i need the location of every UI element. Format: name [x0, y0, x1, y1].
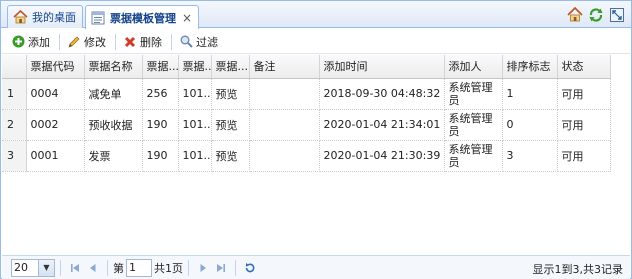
- cell-code: 0002: [26, 109, 85, 141]
- pager-separator: [60, 259, 61, 276]
- search-icon: [179, 35, 193, 49]
- column-header[interactable]: 票据...: [142, 55, 179, 79]
- column-header[interactable]: 备注: [249, 55, 320, 79]
- pager-separator: [107, 259, 108, 276]
- cell-c4: 101...: [178, 78, 212, 110]
- column-header[interactable]: 票据代码: [26, 55, 85, 79]
- prev-page-icon[interactable]: [84, 259, 102, 277]
- cell-sort: 3: [502, 140, 558, 172]
- cell-c3: 190: [142, 109, 179, 141]
- cell-user: 系统管理员: [444, 140, 503, 172]
- table-row[interactable]: 3 0001 发票 190 101... 预览 2020-01-04 21:30…: [2, 140, 611, 172]
- column-header[interactable]: 状态: [557, 55, 611, 79]
- tab-label: 票据模板管理: [110, 11, 176, 25]
- cell-sort: 1: [502, 78, 558, 110]
- cell-user: 系统管理员: [444, 78, 503, 110]
- window-frame: 我的桌面 票据模板管理 × 添加 修改 删除 过滤 票据代码 票据名称 票据..…: [0, 0, 632, 279]
- pagination-bar: 20 ▼ 第 1 共1页 显示1到3,共3记录: [2, 255, 630, 279]
- close-icon[interactable]: ×: [182, 11, 192, 25]
- delete-button[interactable]: 删除: [120, 32, 165, 52]
- page-number-input[interactable]: 1: [126, 258, 152, 277]
- cell-c4: 101...: [178, 140, 212, 172]
- next-page-icon[interactable]: [194, 259, 212, 277]
- tab-my-desktop[interactable]: 我的桌面: [7, 5, 83, 28]
- action-toolbar: 添加 修改 删除 过滤: [2, 30, 630, 54]
- add-label: 添加: [28, 35, 50, 49]
- chevron-down-icon: ▼: [38, 259, 54, 276]
- column-header[interactable]: 票据...: [178, 55, 212, 79]
- cell-name: 发票: [84, 140, 143, 172]
- delete-icon: [123, 35, 137, 49]
- row-number: 1: [2, 78, 27, 110]
- cell-sort: 0: [502, 109, 558, 141]
- tab-bar: 我的桌面 票据模板管理 ×: [1, 1, 631, 29]
- fullscreen-icon[interactable]: [608, 6, 625, 23]
- add-button[interactable]: 添加: [8, 32, 53, 52]
- home-icon[interactable]: [566, 6, 583, 23]
- cell-status: 可用: [557, 140, 611, 172]
- cell-time: 2018-09-30 04:48:32: [319, 78, 445, 110]
- page-prefix: 第: [113, 261, 124, 275]
- refresh-icon[interactable]: [587, 6, 604, 23]
- filter-button[interactable]: 过滤: [176, 32, 221, 52]
- document-icon: [90, 10, 106, 26]
- pager-separator: [235, 259, 236, 276]
- table-row[interactable]: 2 0002 预收收据 190 101... 预览 2020-01-04 21:…: [2, 109, 611, 141]
- preview-link[interactable]: 预览: [211, 78, 250, 110]
- edit-label: 修改: [84, 35, 106, 49]
- data-grid: 票据代码 票据名称 票据... 票据... 票据... 备注 添加时间 添加人 …: [2, 55, 630, 172]
- toolbar-separator: [59, 33, 60, 50]
- cell-status: 可用: [557, 109, 611, 141]
- grid-header-row: 票据代码 票据名称 票据... 票据... 票据... 备注 添加时间 添加人 …: [2, 55, 611, 79]
- cell-c3: 190: [142, 140, 179, 172]
- last-page-icon[interactable]: [212, 259, 230, 277]
- table-row[interactable]: 1 0004 减免单 256 101... 预览 2018-09-30 04:4…: [2, 78, 611, 110]
- row-number-header: [2, 55, 27, 79]
- first-page-icon[interactable]: [66, 259, 84, 277]
- tab-label: 我的桌面: [32, 11, 76, 24]
- toolbar-separator: [171, 33, 172, 50]
- cell-remark: [249, 109, 320, 141]
- add-icon: [11, 35, 25, 49]
- tab-ticket-template[interactable]: 票据模板管理 ×: [85, 5, 200, 29]
- pager-separator: [188, 259, 189, 276]
- record-info: 显示1到3,共3记录: [532, 263, 624, 276]
- cell-time: 2020-01-04 21:30:39: [319, 140, 445, 172]
- filter-label: 过滤: [196, 35, 218, 49]
- cell-remark: [249, 140, 320, 172]
- page-total: 共1页: [154, 261, 183, 275]
- column-header[interactable]: 添加人: [444, 55, 503, 79]
- column-header[interactable]: 添加时间: [319, 55, 445, 79]
- home-icon: [12, 9, 28, 25]
- cell-c4: 101...: [178, 109, 212, 141]
- preview-link[interactable]: 预览: [211, 109, 250, 141]
- cell-time: 2020-01-04 21:34:01: [319, 109, 445, 141]
- page-size-select[interactable]: 20 ▼: [11, 258, 55, 277]
- refresh-icon[interactable]: [241, 259, 259, 277]
- edit-button[interactable]: 修改: [64, 32, 109, 52]
- cell-status: 可用: [557, 78, 611, 110]
- preview-link[interactable]: 预览: [211, 140, 250, 172]
- cell-code: 0004: [26, 78, 85, 110]
- cell-c3: 256: [142, 78, 179, 110]
- column-header[interactable]: 票据名称: [84, 55, 143, 79]
- cell-code: 0001: [26, 140, 85, 172]
- column-header[interactable]: 排序标志: [502, 55, 558, 79]
- cell-name: 预收收据: [84, 109, 143, 141]
- row-number: 3: [2, 140, 27, 172]
- cell-name: 减免单: [84, 78, 143, 110]
- row-number: 2: [2, 109, 27, 141]
- pencil-icon: [67, 35, 81, 49]
- column-header[interactable]: 票据...: [211, 55, 250, 79]
- header-tools: [566, 6, 625, 23]
- cell-user: 系统管理员: [444, 109, 503, 141]
- toolbar-separator: [115, 33, 116, 50]
- cell-remark: [249, 78, 320, 110]
- delete-label: 删除: [140, 35, 162, 49]
- page-size-value: 20: [14, 261, 28, 274]
